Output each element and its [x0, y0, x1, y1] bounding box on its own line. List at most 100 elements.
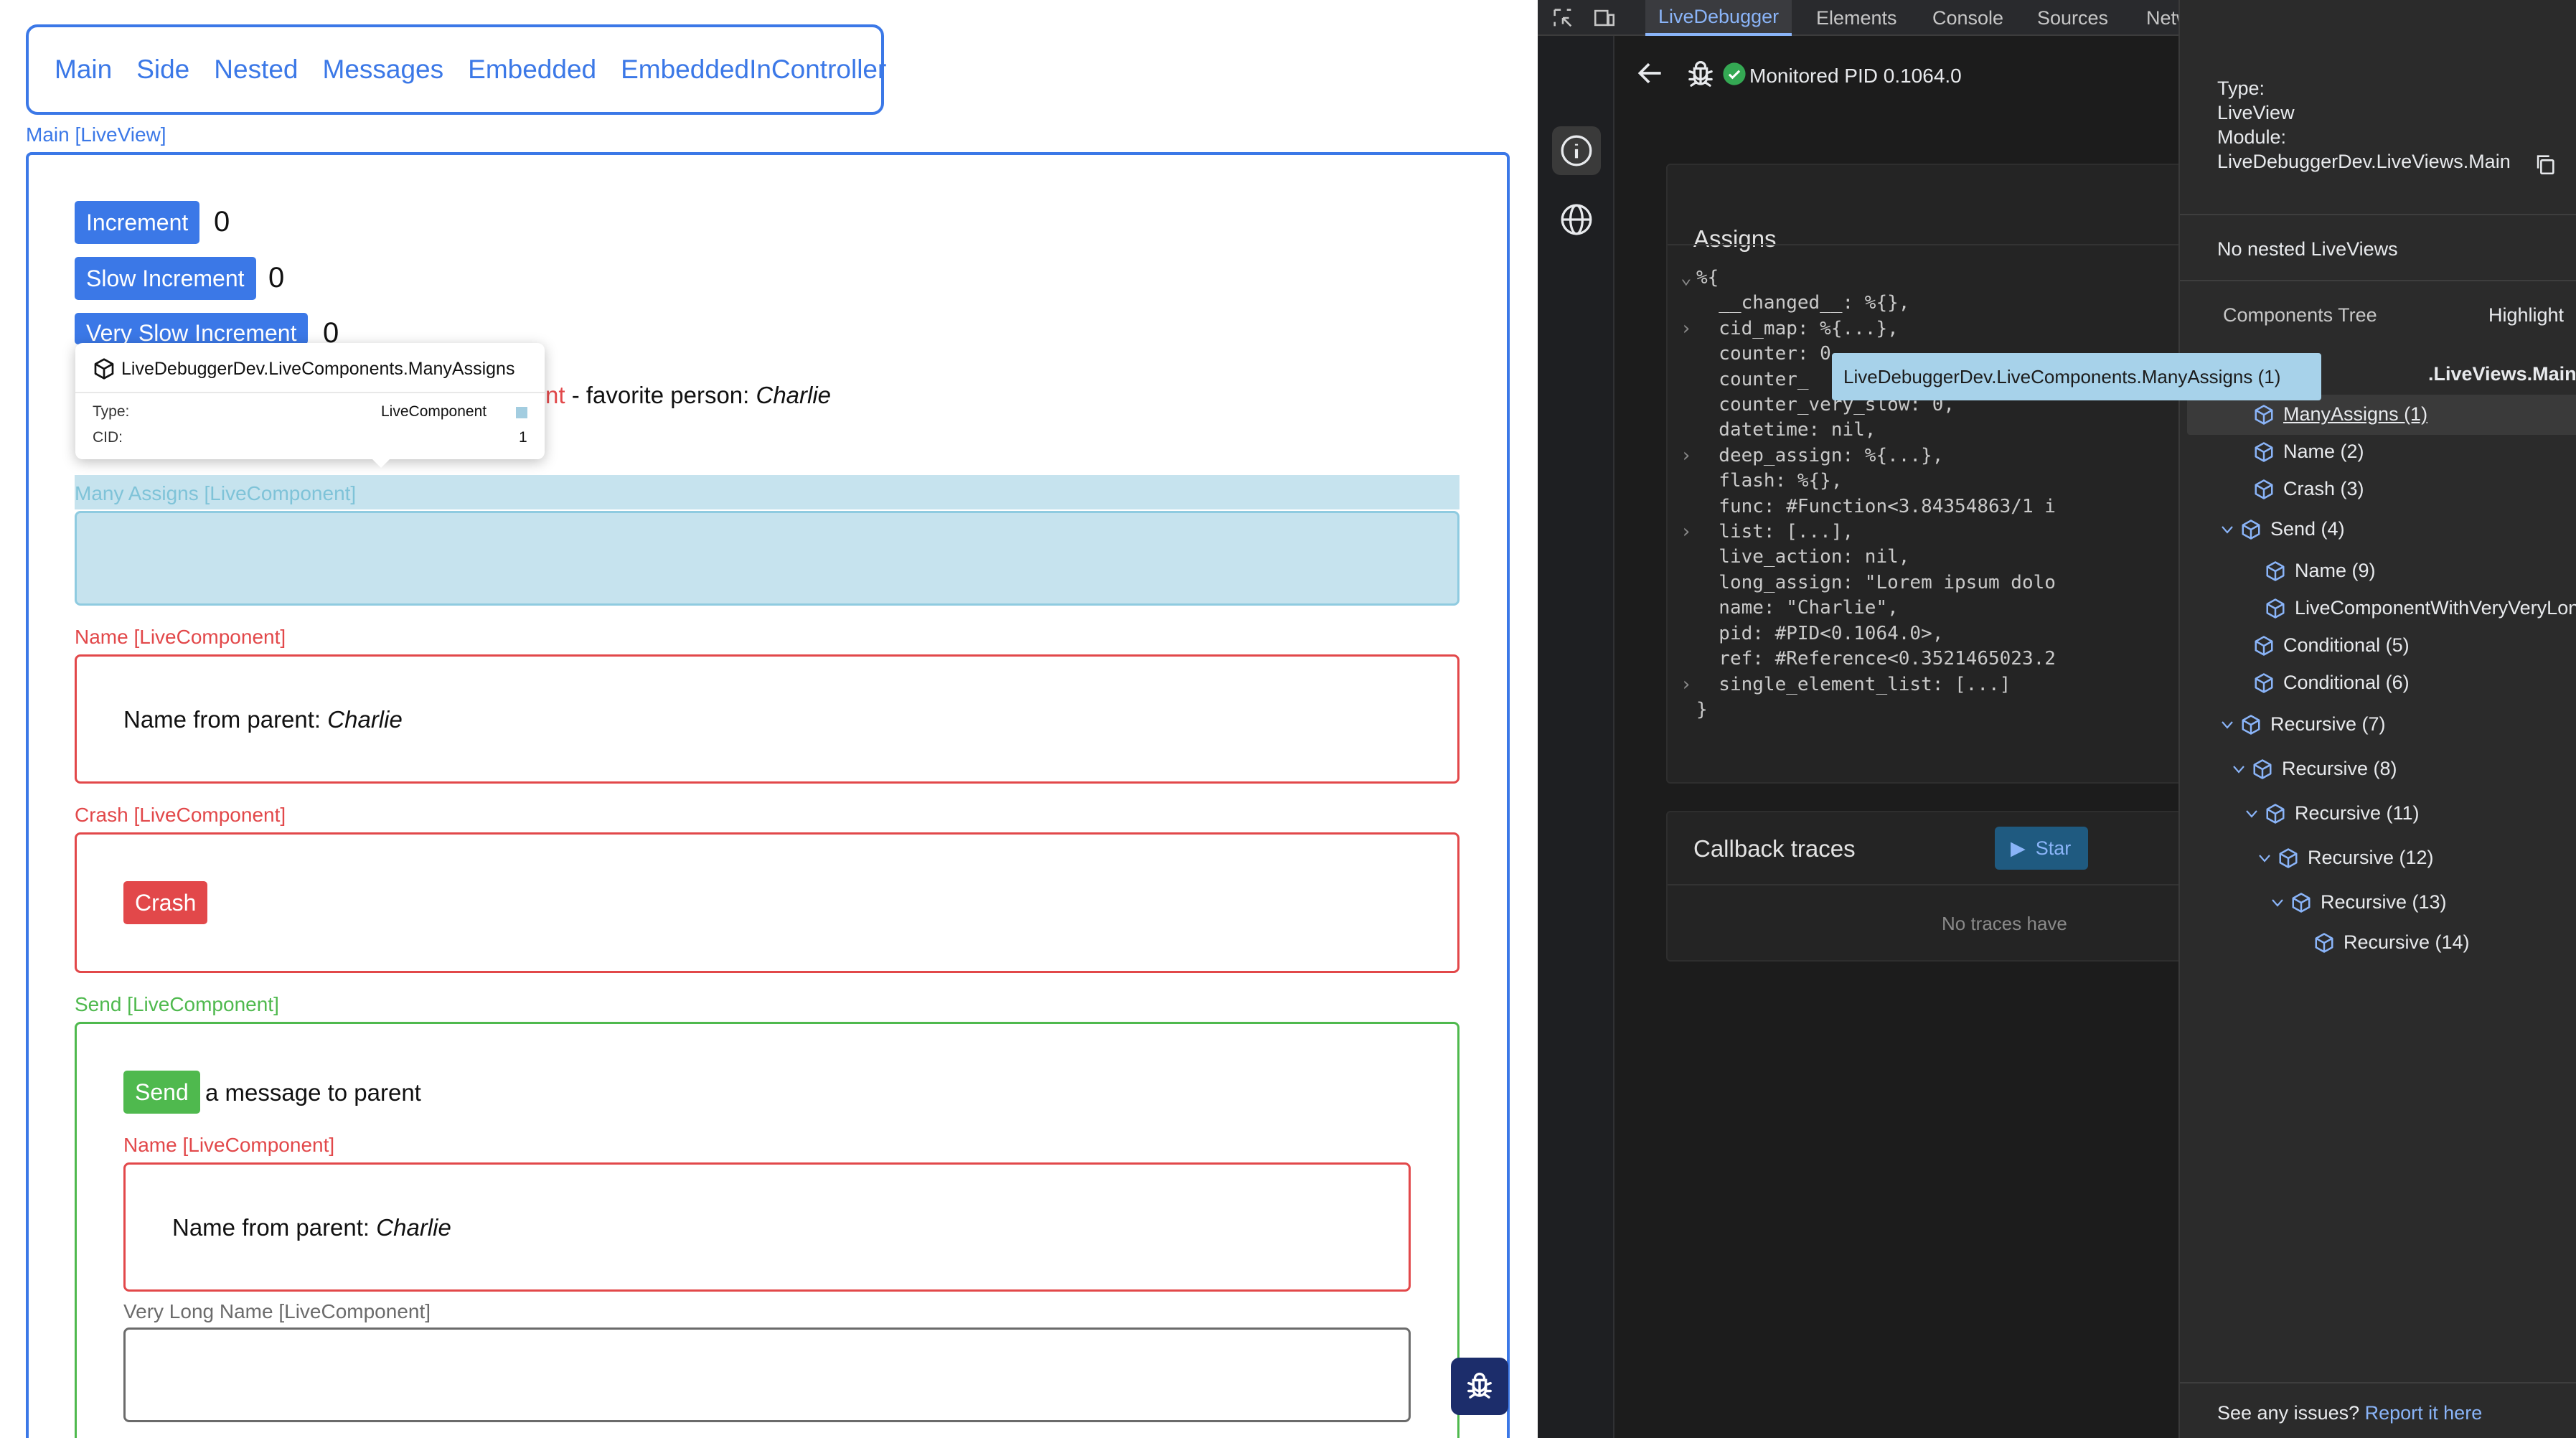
tree-collapse-chevron-icon[interactable] [2230, 761, 2247, 778]
start-label: Star [2035, 837, 2072, 859]
report-link[interactable]: Report it here [2365, 1402, 2483, 1424]
tooltip-arrow [372, 459, 390, 468]
cube-icon [2253, 672, 2275, 694]
assigns-code: ⌄ %{ __changed__: %{}, › cid_map: %{...}, … [1680, 265, 2056, 723]
assigns-line-text: live_action: nil, [1696, 546, 1910, 568]
expand-caret-icon[interactable]: › [1680, 316, 1692, 342]
debugger-bug-icon [1688, 61, 1713, 87]
assigns-card: Assigns ⌄ %{ __changed__: %{}, › cid_map: … [1666, 164, 2242, 784]
tree-item-label: Conditional (6) [2283, 672, 2410, 693]
assigns-line-text: counter_ [1696, 368, 1809, 390]
assigns-line: } [1696, 697, 2056, 723]
tooltip-divider [75, 392, 545, 393]
assigns-title: Assigns [1693, 225, 1777, 252]
nav-link-side[interactable]: Side [136, 55, 189, 85]
tab-console[interactable]: Console [1932, 0, 2003, 36]
assigns-line[interactable]: › cid_map: %{...}, [1680, 316, 2056, 342]
tree-item-label: Send (4) [2270, 518, 2345, 540]
tooltip-type-key: Type: [93, 403, 130, 420]
copy-icon[interactable] [2533, 152, 2557, 177]
counter-value: 0 [214, 206, 230, 238]
favorite-person-line: nt - favorite person: Charlie [545, 382, 831, 409]
device-toolbar-icon[interactable] [1592, 6, 1617, 30]
expand-caret-icon[interactable]: › [1680, 520, 1692, 545]
nav-link-embedded[interactable]: Embedded [468, 55, 596, 85]
tab-elements[interactable]: Elements [1816, 0, 1897, 36]
tree-item[interactable]: Recursive (12) [2277, 847, 2434, 869]
cube-icon [2313, 932, 2335, 954]
start-traces-button[interactable]: ▶ Star [1995, 827, 2088, 870]
send-description: a message to parent [205, 1079, 421, 1106]
tree-collapse-chevron-icon[interactable] [2269, 894, 2286, 911]
info-rail-button[interactable] [1552, 126, 1601, 175]
global-rail-button[interactable] [1552, 195, 1601, 244]
tree-item[interactable]: Conditional (6) [2253, 672, 2410, 694]
assigns-line[interactable]: › deep_assign: %{...}, [1680, 443, 2056, 469]
assigns-line: live_action: nil, [1696, 545, 2056, 570]
tree-item[interactable]: Conditional (5) [2253, 634, 2410, 657]
nav-link-embedded-in-controller[interactable]: EmbeddedInController [621, 55, 886, 85]
nested-name-from-parent-label: Name from parent: [172, 1214, 377, 1241]
crash-component-label: Crash [LiveComponent] [75, 804, 286, 826]
assigns-line-text: list: [...], [1696, 521, 1854, 543]
tree-collapse-chevron-icon[interactable] [2219, 521, 2236, 538]
assigns-line-text: __changed__: %{}, [1696, 292, 1910, 314]
assigns-divider [1668, 244, 2242, 245]
assigns-line[interactable]: › single_element_list: [...] [1680, 672, 2056, 697]
nav-link-main[interactable]: Main [55, 55, 112, 85]
many-assigns-component[interactable] [75, 511, 1459, 606]
callback-traces-card: Callback traces ▶ Star No traces have [1666, 811, 2242, 962]
nav-link-nested[interactable]: Nested [214, 55, 298, 85]
monitored-pid: Monitored PID 0.1064.0 [1749, 65, 1962, 87]
tree-item[interactable]: Crash (3) [2253, 478, 2364, 500]
very-long-name-component [123, 1327, 1411, 1422]
tree-item[interactable]: ManyAssigns (1) [2253, 403, 2427, 426]
tree-collapse-chevron-icon[interactable] [2219, 716, 2236, 733]
expand-caret-icon[interactable]: › [1680, 443, 1692, 469]
expand-caret-icon[interactable]: › [1680, 672, 1692, 697]
tree-item-label: Recursive (12) [2308, 847, 2434, 868]
increment-button[interactable]: Increment [75, 201, 200, 244]
nav-link-messages[interactable]: Messages [323, 55, 444, 85]
send-button[interactable]: Send [123, 1071, 200, 1114]
favorite-text: - favorite person: [565, 382, 756, 408]
debugger-main: Monitored PID 0.1064.0 Assigns ⌄ %{ __cha… [1614, 36, 2242, 1438]
slow-increment-button[interactable]: Slow Increment [75, 257, 256, 300]
name-component-label: Name [LiveComponent] [75, 626, 286, 648]
inspect-element-icon[interactable] [1551, 6, 1575, 30]
assigns-line-text: single_element_list: [...] [1696, 673, 2011, 695]
tree-item[interactable]: Recursive (7) [2240, 713, 2386, 736]
tree-item-label: Crash (3) [2283, 478, 2364, 499]
assigns-line[interactable]: › list: [...], [1680, 520, 2056, 545]
tree-item[interactable]: LiveComponentWithVeryVeryLongNam... [2265, 597, 2576, 619]
back-arrow-icon[interactable] [1635, 57, 1666, 89]
tree-item[interactable]: Recursive (14) [2313, 931, 2470, 954]
crash-button[interactable]: Crash [123, 881, 208, 924]
tree-collapse-chevron-icon[interactable] [2256, 850, 2273, 867]
very-slow-counter-value: 0 [323, 317, 339, 344]
very-slow-increment-button[interactable]: Very Slow Increment [75, 313, 309, 344]
tab-sources[interactable]: Sources [2037, 0, 2108, 36]
components-tree-title: Components Tree [2223, 304, 2377, 326]
tree-collapse-chevron-icon[interactable] [2243, 805, 2260, 822]
very-long-name-label: Very Long Name [LiveComponent] [123, 1300, 431, 1322]
live-debugger-fab[interactable] [1451, 1358, 1508, 1415]
callback-traces-title: Callback traces [1693, 835, 1856, 862]
tab-livedebugger[interactable]: LiveDebugger [1645, 0, 1792, 36]
assigns-line: datetime: nil, [1696, 418, 2056, 443]
name-from-parent-label: Name from parent: [123, 706, 328, 733]
assigns-line-text: deep_assign: %{...}, [1696, 444, 1944, 466]
tree-root-label[interactable]: .LiveViews.Main [2428, 363, 2576, 385]
tree-item[interactable]: Name (2) [2253, 441, 2364, 463]
tree-item[interactable]: Recursive (8) [2252, 758, 2397, 780]
collapse-caret-icon[interactable]: ⌄ [1680, 265, 1692, 291]
many-assigns-label: Many Assigns [LiveComponent] [75, 482, 357, 504]
assigns-line: func: #Function<3.84354863/1 i [1696, 494, 2056, 520]
tree-item-label: LiveComponentWithVeryVeryLongNam... [2295, 597, 2576, 619]
cube-icon [2253, 635, 2275, 657]
nested-name-component-label: Name [LiveComponent] [123, 1134, 335, 1156]
tree-item[interactable]: Name (9) [2265, 560, 2376, 582]
tree-item[interactable]: Recursive (11) [2265, 802, 2420, 824]
tree-item[interactable]: Recursive (13) [2290, 891, 2447, 913]
tree-item[interactable]: Send (4) [2240, 518, 2345, 540]
